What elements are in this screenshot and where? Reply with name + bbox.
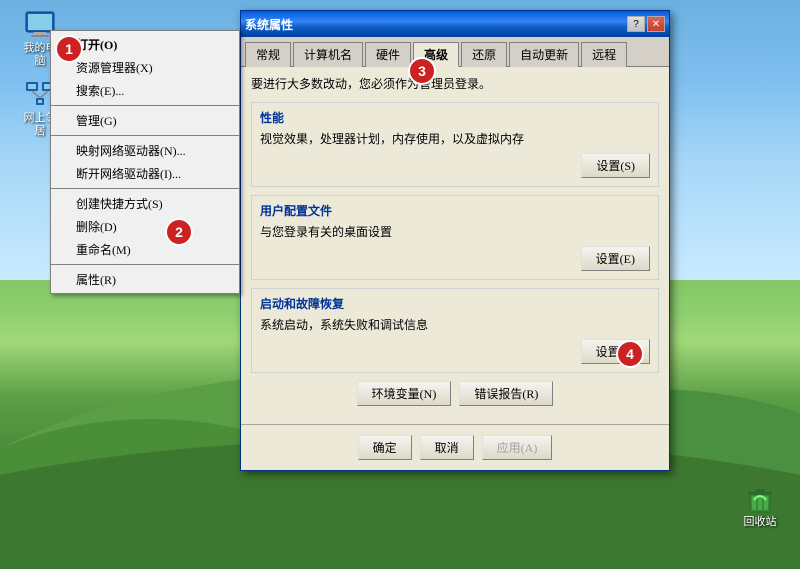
badge-1: 1 (55, 35, 83, 63)
context-menu-item-disconnect[interactable]: 断开网络驱动器(I)... (51, 162, 239, 185)
tab-bar: 常规 计算机名 硬件 高级 还原 自动更新 远程 (241, 37, 669, 67)
ok-button[interactable]: 确定 (358, 435, 412, 460)
tab-auto-update[interactable]: 自动更新 (509, 42, 579, 67)
context-menu-item-map-drive[interactable]: 映射网络驱动器(N)... (51, 139, 239, 162)
user-profile-settings-button[interactable]: 设置(E) (581, 246, 650, 271)
tab-general[interactable]: 常规 (245, 42, 291, 67)
help-button[interactable]: ? (627, 16, 645, 32)
section-startup-recovery-title: 启动和故障恢复 (260, 295, 650, 312)
tab-remote[interactable]: 远程 (581, 42, 627, 67)
section-startup-recovery-btn-row: 设置(T) (260, 339, 650, 364)
env-variables-button[interactable]: 环境变量(N) (357, 381, 452, 406)
performance-settings-button[interactable]: 设置(S) (581, 153, 650, 178)
context-menu-item-explore[interactable]: 资源管理器(X) (51, 56, 239, 79)
context-menu-item-create-shortcut[interactable]: 创建快捷方式(S) (51, 192, 239, 215)
separator-3 (51, 188, 239, 189)
section-performance-btn-row: 设置(S) (260, 153, 650, 178)
section-performance: 性能 视觉效果，处理器计划，内存使用，以及虚拟内存 设置(S) (251, 102, 659, 187)
env-error-row: 环境变量(N) 错误报告(R) (251, 381, 659, 406)
title-bar-buttons: ? ✕ (627, 16, 665, 32)
separator-4 (51, 264, 239, 265)
section-user-profile: 用户配置文件 与您登录有关的桌面设置 设置(E) (251, 195, 659, 280)
panel-advanced: 要进行大多数改动，您必须作为管理员登录。 性能 视觉效果，处理器计划，内存使用，… (241, 67, 669, 424)
cancel-button[interactable]: 取消 (420, 435, 474, 460)
recycle-bin-icon[interactable]: 回收站 (730, 484, 790, 529)
separator-2 (51, 135, 239, 136)
dialog-content: 常规 计算机名 硬件 高级 还原 自动更新 远程 要进行大多数改动，您必须作为管… (241, 37, 669, 470)
section-performance-title: 性能 (260, 109, 650, 126)
section-user-profile-btn-row: 设置(E) (260, 246, 650, 271)
apply-button[interactable]: 应用(A) (482, 435, 553, 460)
dialog-title: 系统属性 (245, 16, 293, 33)
badge-4: 4 (616, 340, 644, 368)
dialog-bottom-buttons: 确定 取消 应用(A) (241, 424, 669, 470)
section-startup-recovery-desc: 系统启动，系统失败和调试信息 (260, 316, 650, 333)
context-menu-item-properties[interactable]: 属性(R) (51, 268, 239, 291)
badge-3: 3 (408, 57, 436, 85)
tab-hardware[interactable]: 硬件 (365, 42, 411, 67)
section-performance-desc: 视觉效果，处理器计划，内存使用，以及虚拟内存 (260, 130, 650, 147)
context-menu: 打开(O) 资源管理器(X) 搜索(E)... 管理(G) 映射网络驱动器(N)… (50, 30, 240, 294)
badge-2: 2 (165, 218, 193, 246)
system-properties-dialog: 系统属性 ? ✕ 常规 计算机名 硬件 高级 还原 自动更新 远程 要进行大多数… (240, 10, 670, 471)
admin-info-text: 要进行大多数改动，您必须作为管理员登录。 (251, 75, 659, 92)
section-user-profile-title: 用户配置文件 (260, 202, 650, 219)
separator-1 (51, 105, 239, 106)
section-startup-recovery: 启动和故障恢复 系统启动，系统失败和调试信息 设置(T) (251, 288, 659, 373)
error-report-button[interactable]: 错误报告(R) (459, 381, 553, 406)
context-menu-item-rename[interactable]: 重命名(M) (51, 238, 239, 261)
recycle-bin-label: 回收站 (744, 516, 777, 529)
desktop: 我的电 脑 网上邻 居 (0, 0, 800, 569)
section-user-profile-desc: 与您登录有关的桌面设置 (260, 223, 650, 240)
tab-restore[interactable]: 还原 (461, 42, 507, 67)
close-button[interactable]: ✕ (647, 16, 665, 32)
tab-computer-name[interactable]: 计算机名 (293, 42, 363, 67)
context-menu-item-delete[interactable]: 删除(D) (51, 215, 239, 238)
dialog-title-bar: 系统属性 ? ✕ (241, 11, 669, 37)
context-menu-item-search[interactable]: 搜索(E)... (51, 79, 239, 102)
recycle-bin-icon-image (744, 484, 776, 516)
context-menu-item-manage[interactable]: 管理(G) (51, 109, 239, 132)
